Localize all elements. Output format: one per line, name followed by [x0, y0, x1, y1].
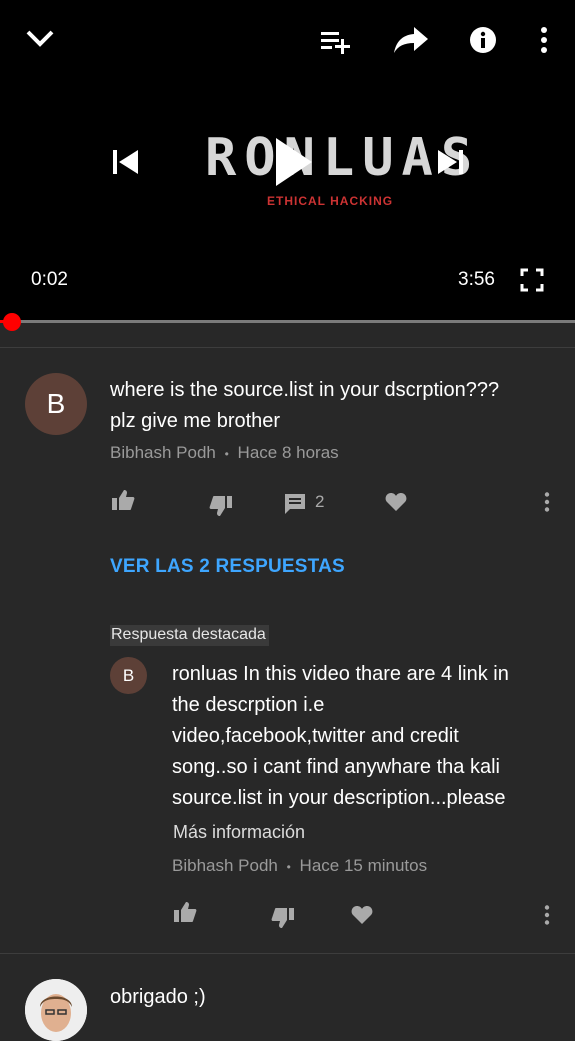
divider: [0, 953, 575, 954]
video-logo: RONLUAS ETHICAL HACKING: [205, 128, 472, 218]
view-replies-button[interactable]: VER LAS 2 RESPUESTAS: [110, 556, 345, 578]
comment-author[interactable]: Bibhash Podh: [110, 443, 216, 462]
info-icon[interactable]: [466, 23, 500, 57]
video-logo-subtext: ETHICAL HACKING: [267, 194, 394, 208]
video-player[interactable]: RONLUAS ETHICAL HACKING 0:02 3:56: [0, 0, 575, 322]
comment-text-line-2: plz give me brother: [110, 410, 281, 432]
reply-time: Hace 15 minutos: [299, 856, 428, 875]
reply-icon[interactable]: [281, 490, 309, 518]
fullscreen-icon[interactable]: [518, 266, 546, 294]
comment-text: obrigado ;): [110, 986, 206, 1008]
more-vert-icon[interactable]: [536, 489, 558, 515]
progress-track[interactable]: [0, 320, 575, 323]
more-vert-icon[interactable]: [530, 24, 558, 56]
play-icon[interactable]: [264, 134, 320, 190]
reply-author[interactable]: Bibhash Podh: [172, 856, 278, 875]
like-icon[interactable]: [170, 898, 200, 926]
share-icon[interactable]: [390, 22, 432, 58]
comment-text-line-1: where is the source.list in your dscrpti…: [110, 379, 500, 401]
reply-text-line-1: ronluas In this video thare are 4 link i…: [172, 663, 509, 685]
comment-meta: Bibhash Podh • Hace 8 horas: [110, 443, 339, 462]
heart-icon[interactable]: [348, 901, 376, 929]
read-more-link[interactable]: Más información: [173, 822, 305, 843]
duration: 3:56: [458, 269, 495, 290]
chevron-down-icon[interactable]: [20, 20, 60, 56]
add-to-playlist-icon[interactable]: [316, 24, 356, 58]
reply-text-line-3: video,facebook,twitter and credit: [172, 725, 459, 747]
avatar-letter: B: [122, 665, 135, 685]
dislike-icon[interactable]: [268, 904, 298, 932]
reply-meta: Bibhash Podh • Hace 15 minutos: [172, 856, 428, 875]
comment-time: Hace 8 horas: [237, 443, 339, 462]
next-icon[interactable]: [432, 143, 470, 181]
reply-text-line-4: song..so i cant find anywhare tha kali: [172, 756, 500, 778]
avatar[interactable]: [25, 979, 87, 1041]
current-time: 0:02: [31, 269, 68, 290]
avatar-letter: B: [46, 388, 66, 419]
reply-avatar[interactable]: B: [110, 657, 147, 694]
dislike-icon[interactable]: [206, 492, 236, 520]
reply-text-line-5: source.list in your description...please: [172, 787, 506, 809]
like-icon[interactable]: [108, 486, 138, 514]
previous-icon[interactable]: [106, 143, 144, 181]
progress-scrubber[interactable]: [3, 313, 21, 331]
heart-icon[interactable]: [382, 488, 410, 516]
avatar[interactable]: B: [25, 373, 87, 435]
reply-text-line-2: the descrption i.e: [172, 694, 325, 716]
divider: [0, 347, 575, 348]
highlighted-reply-badge: Respuesta destacada: [110, 625, 269, 646]
reply-count: 2: [315, 492, 325, 511]
more-vert-icon[interactable]: [536, 902, 558, 928]
